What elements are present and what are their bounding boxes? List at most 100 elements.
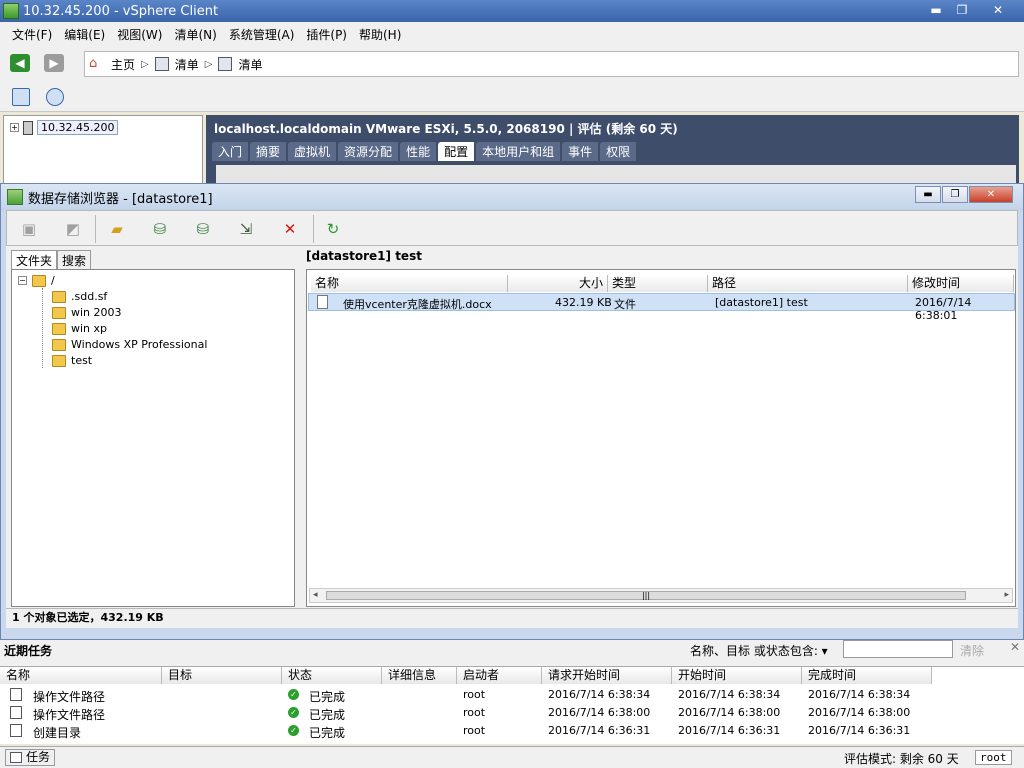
ds-maximize-button[interactable]: ❐ — [942, 186, 968, 203]
task-initiator: root — [463, 724, 486, 737]
menu-help[interactable]: 帮助(H) — [353, 26, 407, 43]
ds-minimize-button[interactable]: ▬ — [915, 186, 941, 203]
task-end: 2016/7/14 6:36:31 — [808, 724, 911, 737]
tab-local-users-groups[interactable]: 本地用户和组 — [476, 142, 561, 161]
vsphere-app-icon — [3, 3, 19, 19]
register-vm-icon[interactable]: ⇲ — [236, 219, 256, 239]
menu-inventory[interactable]: 清单(N) — [168, 26, 222, 43]
folder-icon — [52, 306, 66, 319]
delete-icon[interactable]: ✕ — [280, 219, 300, 239]
horizontal-scrollbar[interactable]: ◂ ||| ▸ — [309, 588, 1013, 603]
column-path[interactable]: 路径 — [708, 275, 908, 292]
tab-getting-started[interactable]: 入门 — [212, 142, 249, 161]
menu-edit[interactable]: 编辑(E) — [58, 26, 111, 43]
clear-button[interactable]: 清除 — [960, 642, 984, 659]
main-toolbar — [0, 82, 1024, 112]
tasks-filter-label[interactable]: 名称、目标 或状态包含: ▾ — [690, 642, 828, 659]
scroll-left-icon[interactable]: ◂ — [313, 590, 318, 600]
menu-bar: 文件(F) 编辑(E) 视图(W) 清单(N) 系统管理(A) 插件(P) 帮助… — [0, 22, 1024, 46]
tasks-filter-input[interactable] — [843, 640, 953, 658]
task-icon — [10, 688, 22, 701]
task-row[interactable]: 操作文件路径 ✓ 已完成 root 2016/7/14 6:38:34 2016… — [0, 686, 1024, 704]
column-type[interactable]: 类型 — [608, 275, 708, 292]
task-column-status[interactable]: 状态 — [282, 667, 382, 684]
close-tasks-icon[interactable]: ✕ — [1010, 640, 1020, 654]
tab-performance[interactable]: 性能 — [400, 142, 437, 161]
close-button[interactable]: ✕ — [976, 1, 1020, 19]
task-column-details[interactable]: 详细信息 — [382, 667, 457, 684]
task-name: 操作文件路径 — [33, 708, 106, 722]
menu-view[interactable]: 视图(W) — [111, 26, 168, 43]
expand-icon[interactable]: + — [10, 123, 19, 132]
tasks-button-label: 任务 — [26, 750, 51, 764]
column-modified[interactable]: 修改时间 — [908, 275, 1014, 292]
task-status: 已完成 — [309, 708, 346, 722]
download-icon[interactable]: ⛁ — [193, 219, 213, 239]
task-row[interactable]: 操作文件路径 ✓ 已完成 root 2016/7/14 6:38:00 2016… — [0, 704, 1024, 722]
forward-button[interactable]: ▶ — [44, 54, 64, 72]
tab-configuration[interactable]: 配置 — [438, 142, 475, 161]
task-column-start[interactable]: 开始时间 — [672, 667, 802, 684]
new-folder-icon[interactable]: ▰ — [107, 219, 127, 239]
refresh-icon[interactable]: ↻ — [323, 219, 343, 239]
tasks-button[interactable]: 任务 — [5, 749, 56, 766]
back-button[interactable]: ◀ — [10, 54, 30, 72]
tree-item-win-2003[interactable]: win 2003 — [52, 306, 122, 319]
home-icon[interactable]: ⌂ — [89, 57, 105, 71]
tree-item-windows-xp-professional[interactable]: Windows XP Professional — [52, 338, 207, 351]
file-row[interactable]: 使用vcenter克隆虚拟机.docx 432.19 KB 文件 [datast… — [308, 293, 1015, 322]
tree-item-sdd-sf[interactable]: .sdd.sf — [52, 290, 107, 303]
tree-item-win-xp[interactable]: win xp — [52, 322, 107, 335]
minimize-button[interactable]: ▬ — [924, 1, 948, 19]
scroll-right-icon[interactable]: ▸ — [1004, 590, 1009, 600]
task-start: 2016/7/14 6:38:34 — [678, 688, 781, 701]
add-host-icon[interactable] — [12, 88, 30, 106]
refresh-inventory-icon[interactable] — [46, 88, 64, 106]
collapse-icon[interactable]: − — [18, 276, 27, 285]
menu-plugins[interactable]: 插件(P) — [300, 26, 353, 43]
maximize-button[interactable]: ❐ — [950, 1, 974, 19]
browse-back-icon[interactable]: ◩ — [63, 219, 83, 239]
tree-item-root[interactable]: − / — [18, 274, 55, 287]
task-column-name[interactable]: 名称 — [0, 667, 162, 684]
breadcrumb-separator-icon[interactable]: ▷ — [141, 59, 149, 70]
task-column-requested[interactable]: 请求开始时间 — [542, 667, 672, 684]
tab-search[interactable]: 搜索 — [57, 250, 92, 270]
column-name[interactable]: 名称 — [311, 275, 508, 292]
scrollbar-thumb[interactable]: ||| — [326, 591, 966, 600]
navigation-bar: ◀ ▶ ⌂ 主页 ▷ 清单 ▷ 清单 — [0, 46, 1024, 82]
tab-events[interactable]: 事件 — [562, 142, 599, 161]
tree-host-label[interactable]: 10.32.45.200 — [37, 120, 119, 135]
up-folder-icon[interactable]: ▣ — [19, 219, 39, 239]
tasks-icon — [10, 752, 22, 763]
tree-item-test[interactable]: test — [52, 354, 92, 367]
host-title: localhost.localdomain VMware ESXi, 5.5.0… — [214, 122, 678, 136]
folder-icon — [52, 290, 66, 303]
breadcrumb-inventory[interactable]: 清单 — [175, 56, 199, 73]
tab-folders[interactable]: 文件夹 — [11, 250, 58, 270]
task-column-end[interactable]: 完成时间 — [802, 667, 932, 684]
tab-summary[interactable]: 摘要 — [250, 142, 287, 161]
ds-close-button[interactable]: ✕ — [969, 186, 1013, 203]
address-bar: ⌂ 主页 ▷ 清单 ▷ 清单 — [84, 51, 1019, 77]
tree-connector — [42, 288, 43, 368]
breadcrumb-inventory-list[interactable]: 清单 — [238, 56, 262, 73]
datastore-body: 文件夹 搜索 − / .sdd.sf win 2003 win xp Windo… — [6, 246, 1018, 608]
folder-label: win xp — [71, 322, 108, 335]
task-start: 2016/7/14 6:36:31 — [678, 724, 781, 737]
recent-tasks-table: 名称 目标 状态 详细信息 启动者 请求开始时间 开始时间 完成时间 操作文件路… — [0, 666, 1024, 744]
tab-permissions[interactable]: 权限 — [600, 142, 637, 161]
menu-administration[interactable]: 系统管理(A) — [223, 26, 301, 43]
tab-resource-allocation[interactable]: 资源分配 — [338, 142, 399, 161]
upload-icon[interactable]: ⛁ — [150, 219, 170, 239]
status-bar: 任务 评估模式: 剩余 60 天 root — [0, 746, 1024, 768]
column-size[interactable]: 大小 — [508, 275, 608, 292]
task-column-target[interactable]: 目标 — [162, 667, 282, 684]
task-row[interactable]: 创建目录 ✓ 已完成 root 2016/7/14 6:36:31 2016/7… — [0, 722, 1024, 740]
tab-virtual-machines[interactable]: 虚拟机 — [288, 142, 337, 161]
task-column-initiator[interactable]: 启动者 — [457, 667, 542, 684]
menu-file[interactable]: 文件(F) — [6, 26, 58, 43]
breadcrumb-home[interactable]: 主页 — [111, 56, 135, 73]
task-name: 创建目录 — [33, 726, 82, 740]
breadcrumb-separator-icon[interactable]: ▷ — [205, 59, 213, 70]
